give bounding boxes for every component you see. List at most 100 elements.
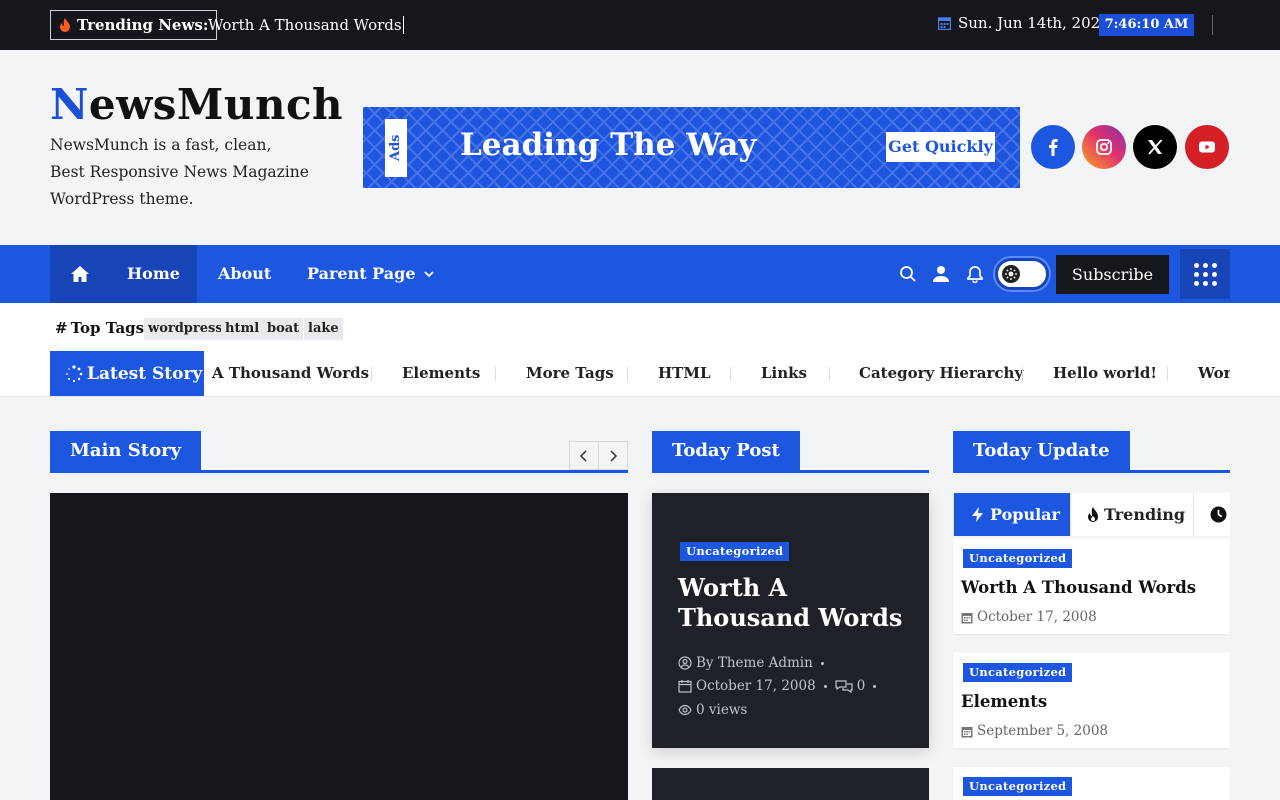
tab-recent[interactable] [1194, 493, 1230, 536]
date-display: Sun. Jun 14th, 2026 [938, 14, 1110, 32]
bolt-icon [972, 507, 983, 522]
update-date-text: September 5, 2008 [977, 723, 1108, 739]
tab-popular-label: Popular [990, 505, 1060, 524]
nav-home-button[interactable] [50, 245, 110, 303]
latest-ticker: A Thousand Words Elements More Tags HTML… [204, 351, 1230, 396]
logo-rest: ewsMunch [88, 80, 344, 129]
calendar-icon [938, 17, 951, 30]
tags-bar: # Top Tags wordpress html boat lake Lates… [0, 303, 1280, 397]
latest-story-text: Latest Story [87, 363, 203, 384]
ad-button[interactable]: Get Quickly [886, 132, 995, 162]
calendar-icon [678, 680, 692, 693]
flame-icon [60, 18, 70, 32]
post-comments[interactable]: 0 [857, 678, 866, 694]
clock-badge: 7:46:10 AM [1099, 14, 1194, 36]
facebook-button[interactable] [1031, 125, 1075, 169]
ticker-item[interactable]: More Tags [526, 351, 614, 396]
ticker-item[interactable]: Hello world! [1053, 351, 1157, 396]
x-button[interactable] [1133, 125, 1177, 169]
comments-icon [835, 680, 853, 693]
ticker-divider [1167, 367, 1168, 381]
ticker-divider [730, 367, 731, 381]
post-author: By Theme Admin [678, 655, 832, 671]
ad-title: Leading The Way [460, 127, 757, 163]
ticker-divider [627, 367, 628, 381]
today-post-title: Today Post [652, 431, 800, 470]
ad-banner[interactable]: Ads Leading The Way Get Quickly [363, 107, 1020, 188]
ad-tag: Ads [385, 119, 407, 177]
user-circle-icon [678, 656, 692, 670]
slider-prev-button[interactable] [570, 442, 599, 469]
dark-mode-toggle[interactable] [995, 258, 1049, 290]
today-post-card[interactable] [652, 768, 929, 800]
post-author-text[interactable]: By Theme Admin [696, 655, 813, 671]
ticker-divider [829, 367, 830, 381]
tag-lake[interactable]: lake [304, 318, 343, 340]
search-icon[interactable] [899, 265, 917, 283]
subscribe-button[interactable]: Subscribe [1056, 255, 1169, 294]
flame-icon [1088, 507, 1098, 522]
post-date: October 17, 2008 [696, 678, 816, 694]
update-title[interactable]: Worth A Thousand Words [961, 578, 1196, 597]
tag-wordpress[interactable]: wordpress [144, 318, 227, 340]
ticker-divider [495, 367, 496, 381]
trending-headline-link[interactable]: Worth A Thousand Words [208, 16, 404, 34]
post-views-text: 0 views [696, 702, 748, 718]
today-post-header: Today Post [652, 431, 929, 473]
ticker-divider [371, 367, 372, 381]
trending-label-box: Trending News: [50, 10, 218, 40]
site-logo[interactable]: NewsMunch [50, 80, 343, 129]
main-story-image[interactable] [50, 493, 628, 800]
category-badge[interactable]: Uncategorized [680, 542, 790, 561]
today-update-title: Today Update [953, 431, 1130, 470]
bell-icon[interactable] [966, 265, 984, 283]
slider-next-button[interactable] [599, 442, 627, 469]
nav-item-parent-page-label: Parent Page [307, 264, 416, 283]
category-badge[interactable]: Uncategorized [963, 549, 1073, 568]
calendar-icon [961, 726, 973, 737]
tab-popular[interactable]: Popular [954, 493, 1071, 536]
apps-grid-button[interactable] [1180, 249, 1230, 299]
top-bar: Trending News: Worth A Thousand Words Su… [0, 0, 1280, 50]
post-views: 0 views [678, 702, 747, 718]
logo-first-letter: N [50, 80, 89, 129]
category-badge[interactable]: Uncategorized [963, 777, 1073, 796]
facebook-icon [1049, 139, 1058, 156]
today-post-card[interactable]: Uncategorized Worth A Thousand Words By … [652, 493, 929, 748]
ticker-item[interactable]: HTML [658, 351, 711, 396]
category-badge[interactable]: Uncategorized [963, 663, 1073, 682]
chevron-left-icon [579, 449, 587, 462]
ticker-item[interactable]: Elements [402, 351, 480, 396]
slider-arrows [569, 441, 628, 470]
tab-trending[interactable]: Trending [1071, 493, 1194, 536]
date-text: Sun. Jun 14th, 2026 [958, 14, 1110, 32]
tag-html[interactable]: html [221, 318, 264, 340]
ticker-item[interactable]: Category Hierarchy [859, 351, 1023, 396]
latest-story-label: Latest Story [50, 351, 204, 396]
topbar-divider [1212, 15, 1213, 35]
post-title[interactable]: Worth A Thousand Words [678, 573, 918, 633]
today-update-header: Today Update [953, 431, 1230, 473]
site-header: NewsMunch NewsMunch is a fast, clean, Be… [0, 50, 1280, 245]
user-icon[interactable] [932, 265, 950, 283]
nav-item-about[interactable]: About [218, 245, 271, 303]
instagram-button[interactable] [1082, 125, 1126, 169]
update-item[interactable]: Uncategorized [953, 767, 1230, 800]
update-item[interactable]: Uncategorized Elements September 5, 2008 [953, 653, 1230, 748]
nav-item-parent-page[interactable]: Parent Page [307, 245, 435, 303]
update-tabs: Popular Trending [953, 493, 1230, 536]
tag-boat[interactable]: boat [263, 318, 304, 340]
ticker-item[interactable]: Worth A Thousand Words [1198, 351, 1230, 396]
nav-item-home[interactable]: Home [110, 245, 197, 303]
update-title[interactable]: Elements [961, 692, 1047, 711]
chevron-down-icon [424, 271, 434, 278]
update-item[interactable]: Uncategorized Worth A Thousand Words Oct… [953, 539, 1230, 634]
home-icon [71, 266, 89, 282]
ticker-item[interactable]: A Thousand Words [212, 351, 369, 396]
youtube-icon [1199, 141, 1215, 153]
ticker-item[interactable]: Links [761, 351, 807, 396]
main-story-header: Main Story [50, 431, 628, 473]
instagram-icon [1096, 139, 1112, 155]
calendar-icon [961, 612, 973, 623]
youtube-button[interactable] [1185, 125, 1229, 169]
